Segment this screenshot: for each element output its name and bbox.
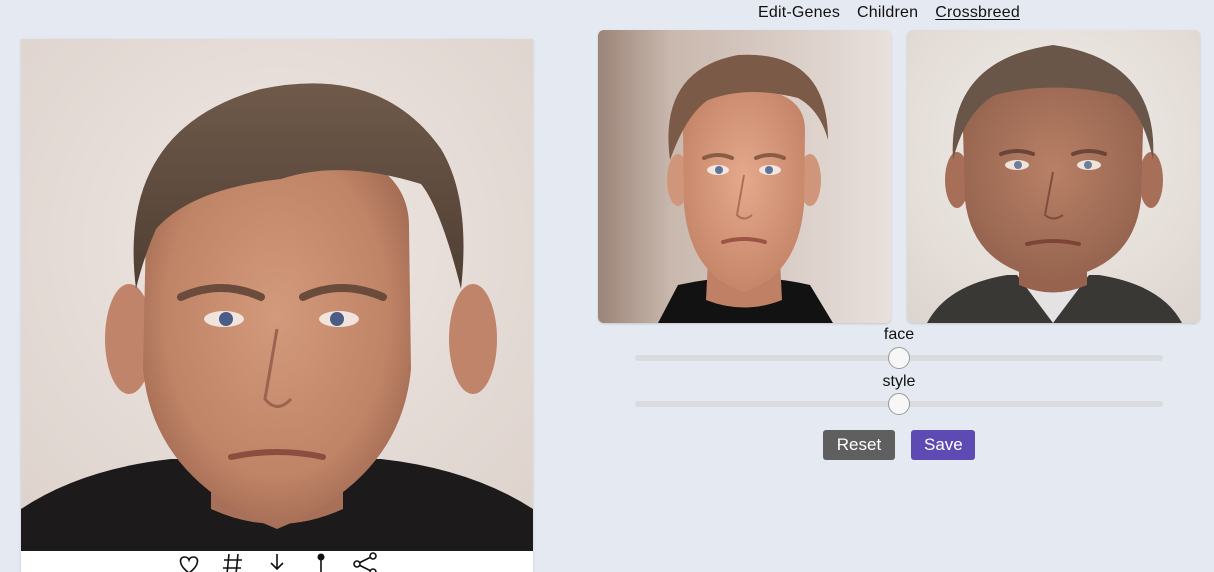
reset-button[interactable]: Reset bbox=[823, 430, 895, 460]
share-icon[interactable] bbox=[352, 551, 378, 572]
crossbreed-page: Edit-Genes Children Crossbreed face styl… bbox=[0, 0, 1214, 572]
result-action-bar bbox=[21, 551, 533, 572]
style-slider[interactable] bbox=[635, 393, 1163, 415]
heart-icon[interactable] bbox=[176, 551, 202, 572]
style-slider-thumb[interactable] bbox=[888, 393, 910, 415]
tab-children[interactable]: Children bbox=[857, 3, 918, 23]
tab-crossbreed[interactable]: Crossbreed bbox=[935, 3, 1020, 23]
style-slider-label: style bbox=[882, 373, 916, 390]
hash-icon[interactable] bbox=[220, 551, 246, 572]
result-card bbox=[21, 39, 533, 572]
face-slider-label: face bbox=[883, 326, 915, 343]
download-icon[interactable] bbox=[264, 551, 290, 572]
face-slider-thumb[interactable] bbox=[888, 347, 910, 369]
parent-image-1[interactable] bbox=[598, 30, 891, 323]
tab-edit-genes[interactable]: Edit-Genes bbox=[758, 3, 840, 23]
pin-icon[interactable] bbox=[308, 551, 334, 572]
mode-tabs: Edit-Genes Children Crossbreed bbox=[758, 3, 1020, 23]
save-button[interactable]: Save bbox=[911, 430, 975, 460]
result-face-image bbox=[21, 39, 533, 551]
parent-image-2[interactable] bbox=[907, 30, 1200, 323]
face-slider[interactable] bbox=[635, 347, 1163, 369]
